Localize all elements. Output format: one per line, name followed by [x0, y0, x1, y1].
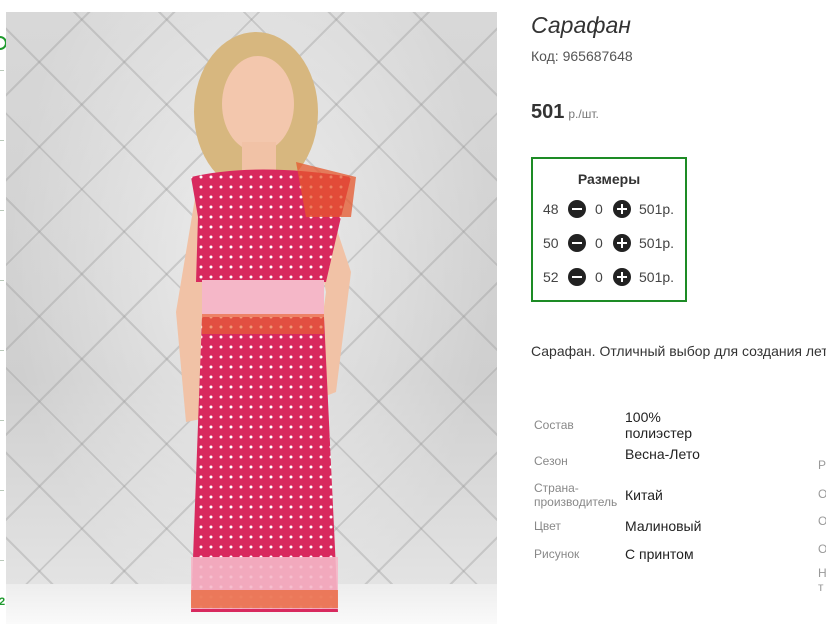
divider: [0, 490, 4, 491]
price-unit: р./шт.: [568, 107, 599, 121]
size-price: 501р.: [639, 201, 675, 217]
sizes-panel: Размеры 48 0 501р. 50 0 501р. 52 0 501р.: [531, 157, 687, 302]
size-price: 501р.: [639, 269, 675, 285]
spec-label: Состав: [534, 418, 574, 432]
divider: [0, 140, 4, 141]
model-figure: [176, 32, 356, 612]
divider: [0, 560, 4, 561]
right-column-fragment: Р: [818, 458, 826, 472]
price-value: 501: [531, 101, 565, 123]
right-column-fragment: О: [818, 514, 826, 528]
spec-label: Сезон: [534, 454, 568, 468]
price-block: 501 р./шт.: [531, 101, 599, 124]
size-label: 52: [543, 269, 559, 285]
product-description: Сарафан. Отличный выбор для создания лет: [531, 343, 826, 359]
divider: [0, 210, 4, 211]
right-column-fragment: О: [818, 542, 826, 556]
product-code: Код: 965687648: [531, 48, 633, 64]
size-label: 48: [543, 201, 559, 217]
sizes-title: Размеры: [577, 171, 641, 187]
spec-value: С принтом: [625, 546, 694, 562]
spec-value: 100% полиэстер: [625, 409, 693, 441]
divider: [0, 280, 4, 281]
size-label: 50: [543, 235, 559, 251]
spec-value: Весна-Лето: [625, 446, 700, 462]
minus-icon[interactable]: [568, 234, 586, 252]
size-row: 50 0 501р.: [533, 234, 689, 254]
plus-icon[interactable]: [613, 200, 631, 218]
quantity-value: 0: [595, 269, 603, 285]
spec-label: Рисунок: [534, 547, 580, 561]
divider: [0, 350, 4, 351]
quantity-value: 0: [595, 235, 603, 251]
right-column-fragment: Н: [818, 566, 826, 580]
spec-label: Страна-производитель: [534, 481, 618, 509]
divider: [0, 420, 4, 421]
plus-icon[interactable]: [613, 268, 631, 286]
spec-label: Цвет: [534, 519, 561, 533]
plus-icon[interactable]: [613, 234, 631, 252]
spec-value: Малиновый: [625, 518, 702, 534]
minus-icon[interactable]: [568, 200, 586, 218]
quantity-value: 0: [595, 201, 603, 217]
right-column-fragment: О: [818, 487, 826, 501]
minus-icon[interactable]: [568, 268, 586, 286]
size-price: 501р.: [639, 235, 675, 251]
right-column-fragment: т: [818, 580, 824, 594]
product-photo[interactable]: [6, 12, 497, 624]
divider: [0, 70, 4, 71]
size-row: 52 0 501р.: [533, 268, 689, 288]
left-number-fragment: 2: [0, 596, 6, 608]
size-row: 48 0 501р.: [533, 200, 689, 220]
product-title: Сарафан: [531, 12, 631, 38]
spec-value: Китай: [625, 487, 663, 503]
